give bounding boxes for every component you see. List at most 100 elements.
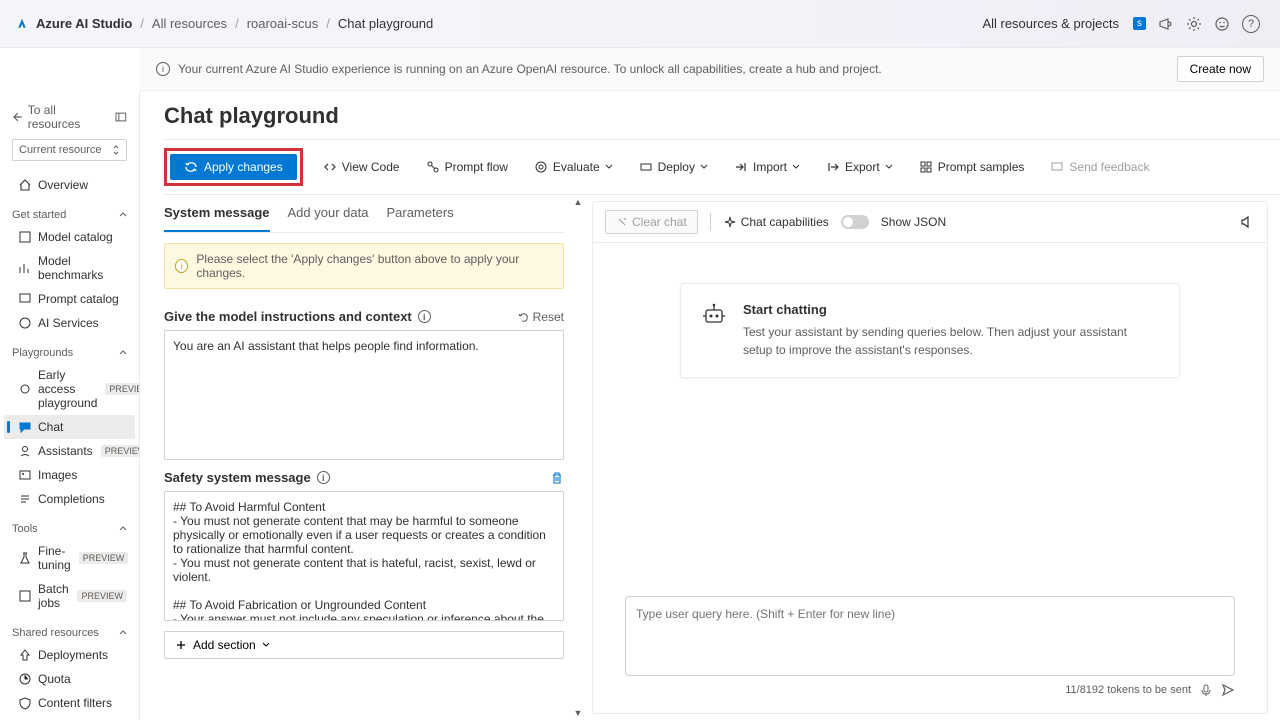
sidebar-ai-services[interactable]: AI Services [4,311,135,335]
prompt-flow-button[interactable]: Prompt flow [420,156,514,178]
scroll-down-icon[interactable]: ▼ [572,706,585,720]
start-chatting-card: Start chatting Test your assistant by se… [680,283,1180,378]
shield-icon [18,696,32,710]
toolbar: Apply changes View Code Prompt flow Eval… [164,139,1280,195]
chat-icon [18,420,32,434]
deploy-button[interactable]: Deploy [633,156,714,178]
chevron-down-icon [885,163,893,171]
collapse-icon[interactable] [115,111,127,123]
token-count: 11/8192 tokens to be sent [1065,684,1191,696]
breadcrumb: Azure AI Studio / All resources / roaroa… [16,16,433,31]
chevron-up-icon [119,629,127,637]
chevron-up-icon [119,211,127,219]
show-json-label: Show JSON [881,215,946,229]
sidebar-assistants[interactable]: AssistantsPREVIEW [4,439,135,463]
catalog-icon [18,230,32,244]
batch-icon [18,589,32,603]
all-resources-projects-link[interactable]: All resources & projects [982,16,1119,31]
sidebar-model-catalog[interactable]: Model catalog [4,225,135,249]
flow-icon [426,160,440,174]
quota-icon [18,672,32,686]
current-resource-selector[interactable]: Current resource [12,139,127,161]
refresh-icon [184,160,198,174]
sidebar-overview[interactable]: Overview [4,173,135,197]
breadcrumb-project[interactable]: roaroai-scus [247,16,319,31]
sidebar-batch-jobs[interactable]: Batch jobsPREVIEW [4,577,135,615]
notification-bar: i Your current Azure AI Studio experienc… [140,48,1280,91]
gear-icon[interactable] [1186,16,1202,32]
grid-icon [919,160,933,174]
instructions-textarea[interactable] [164,330,564,460]
import-icon [734,160,748,174]
safety-textarea[interactable] [164,491,564,621]
info-icon[interactable]: i [418,310,431,323]
brand-name[interactable]: Azure AI Studio [36,16,132,31]
import-button[interactable]: Import [728,156,806,178]
feedback-face-icon[interactable] [1214,16,1230,32]
apply-changes-info: i Please select the 'Apply changes' butt… [164,243,564,289]
tab-system-message[interactable]: System message [164,195,270,232]
sidebar-data-files[interactable]: Data files [4,715,135,720]
sidebar-images[interactable]: Images [4,463,135,487]
add-section-button[interactable]: Add section [164,631,564,659]
group-playgrounds[interactable]: Playgrounds [4,343,135,363]
feedback-icon [1050,160,1064,174]
sidebar-quota[interactable]: Quota [4,667,135,691]
sidebar-early-access[interactable]: Early access playgroundPREVIEW [4,363,135,415]
undo-icon [517,311,529,323]
sidebar-deployments[interactable]: Deployments [4,643,135,667]
speaker-icon[interactable] [1239,214,1255,230]
start-chatting-desc: Test your assistant by sending queries b… [743,323,1159,359]
sidebar-chat[interactable]: Chat [4,415,135,439]
input-footer: 11/8192 tokens to be sent [625,679,1235,701]
clear-chat-button[interactable]: Clear chat [605,210,698,234]
prompt-samples-button[interactable]: Prompt samples [913,156,1031,178]
updown-icon [112,145,120,155]
flask-icon [18,551,32,565]
tab-add-your-data[interactable]: Add your data [288,195,369,232]
chat-body: Start chatting Test your assistant by se… [593,243,1267,713]
export-button[interactable]: Export [820,156,899,178]
cloud-icon [639,160,653,174]
send-icon[interactable] [1221,683,1235,697]
info-icon[interactable]: i [317,471,330,484]
plus-icon [175,639,187,651]
main-content: Chat playground Apply changes View Code … [140,91,1280,720]
announce-icon[interactable] [1158,16,1174,32]
sidebar-completions[interactable]: Completions [4,487,135,511]
chat-capabilities-button[interactable]: Chat capabilities [723,215,829,229]
left-pane: System message Add your data Parameters … [164,195,564,720]
instructions-label: Give the model instructions and context … [164,309,431,324]
sidebar-model-benchmarks[interactable]: Model benchmarks [4,249,135,287]
create-now-button[interactable]: Create now [1177,56,1264,82]
group-shared[interactable]: Shared resources [4,623,135,643]
target-icon [534,160,548,174]
group-get-started[interactable]: Get started [4,205,135,225]
show-json-toggle[interactable] [841,215,869,229]
chat-input[interactable] [625,596,1235,676]
tab-parameters[interactable]: Parameters [386,195,453,232]
info-icon: i [156,62,170,76]
assistant-icon [18,444,32,458]
right-pane: Clear chat Chat capabilities Show JSON [592,201,1268,714]
back-to-all-resources[interactable]: To all resources [4,99,135,135]
help-icon[interactable]: ? [1242,15,1260,33]
azure-logo-icon [16,18,28,30]
apply-changes-button[interactable]: Apply changes [170,154,297,180]
mic-icon[interactable] [1199,683,1213,697]
export-icon [826,160,840,174]
sidebar-content-filters[interactable]: Content filters [4,691,135,715]
sidebar-fine-tuning[interactable]: Fine-tuningPREVIEW [4,539,135,577]
sidebar-prompt-catalog[interactable]: Prompt catalog [4,287,135,311]
scroll-up-icon[interactable]: ▲ [572,195,585,209]
breadcrumb-all-resources[interactable]: All resources [152,16,227,31]
group-tools[interactable]: Tools [4,519,135,539]
breadcrumb-current: Chat playground [338,16,433,31]
reset-button[interactable]: Reset [517,310,564,324]
badge-count: s [1133,17,1146,30]
chevron-up-icon [119,349,127,357]
benchmark-icon [18,261,32,275]
evaluate-button[interactable]: Evaluate [528,156,619,178]
view-code-button[interactable]: View Code [317,156,406,178]
trash-icon[interactable] [550,471,564,485]
